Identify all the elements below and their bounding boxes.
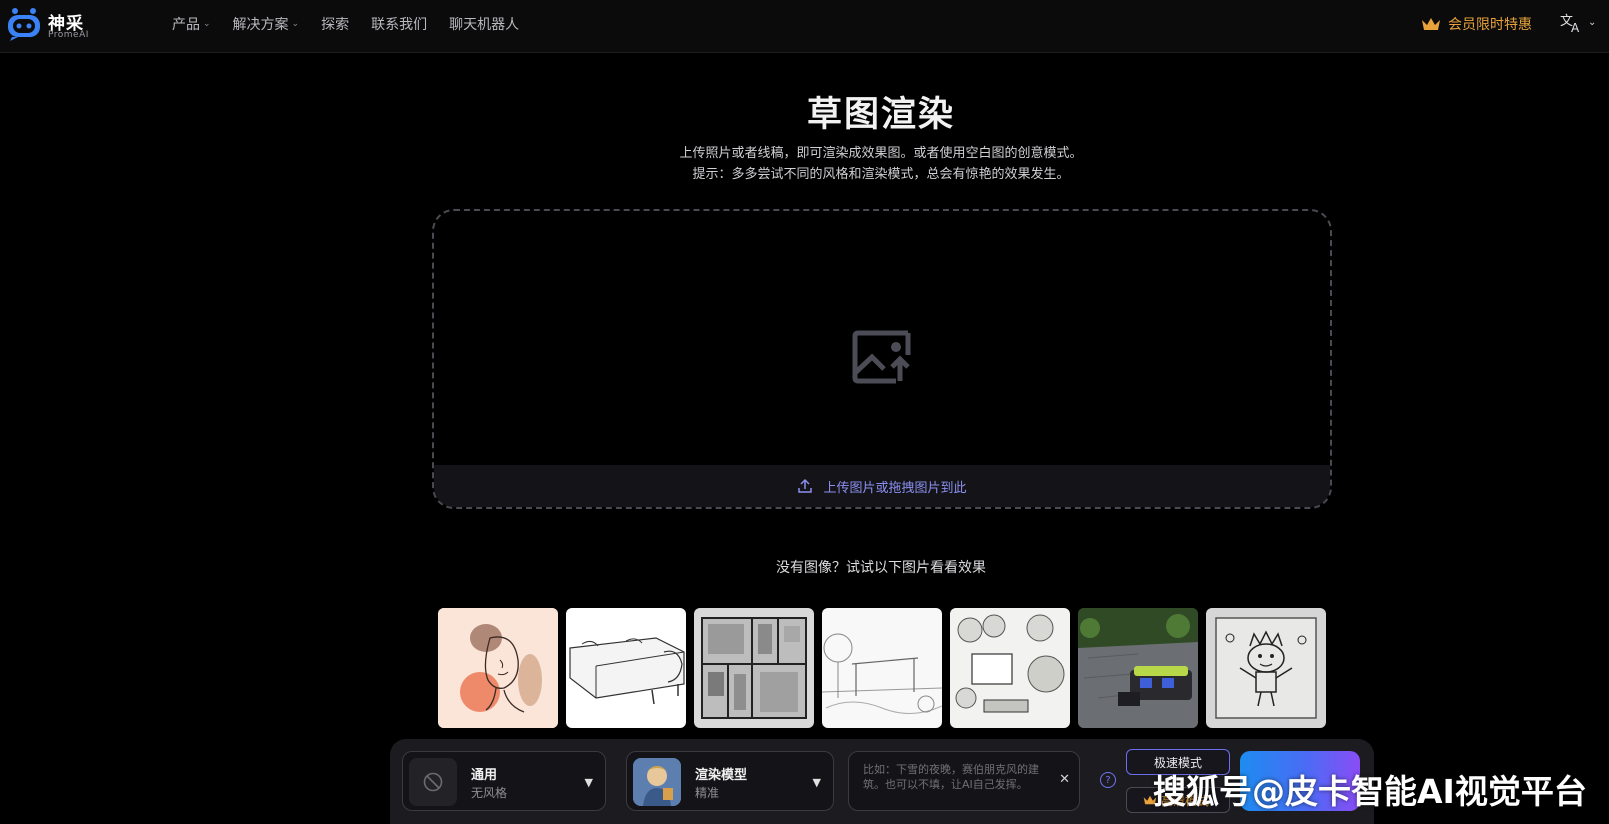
sample-thumb-line-art-woman[interactable]	[438, 608, 558, 728]
nav-item-explore[interactable]: 探索	[312, 14, 358, 34]
upload-dropzone[interactable]: 上传图片或拖拽图片到此	[432, 209, 1332, 509]
page-title: 草图渲染	[806, 95, 955, 135]
caret-down-icon: ▼	[584, 776, 593, 789]
logo[interactable]: 神采 PromeAI	[6, 5, 106, 47]
landscape-plan-image	[950, 608, 1070, 728]
line-art-woman-image	[438, 608, 558, 728]
nav-item-products[interactable]: 产品 ⌄	[163, 14, 220, 34]
garden-sketch-image	[822, 608, 942, 728]
nav-item-contact[interactable]: 联系我们	[362, 14, 436, 34]
caret-down-icon: ▼	[812, 776, 821, 789]
sample-thumb-child-drawing[interactable]	[1206, 608, 1326, 728]
watermark-text: 搜狐号@皮卡智能AI视觉平台	[1153, 772, 1587, 811]
no-style-icon	[423, 772, 443, 792]
sample-thumb-garden-sketch[interactable]	[822, 608, 942, 728]
try-samples-text: 没有图像？试试以下图片看看效果	[776, 560, 986, 576]
top-navigation: 神采 PromeAI 产品 ⌄ 解决方案 ⌄ 探索 联系我们 聊天机器人 会员限…	[0, 0, 1609, 53]
prompt-placeholder: 比如：下雪的夜晚，赛伯朋克风的建筑。也可以不填，让AI自己发挥。	[863, 763, 1039, 791]
translate-icon: 文 A	[1560, 14, 1580, 33]
image-upload-icon	[852, 330, 911, 384]
main-nav: 产品 ⌄ 解决方案 ⌄ 探索 联系我们 聊天机器人	[163, 0, 528, 48]
help-label: ?	[1105, 774, 1111, 786]
model-sub: 精准	[695, 786, 720, 800]
style-label: 通用	[471, 768, 498, 783]
style-selector[interactable]: 通用 无风格 ▼	[402, 751, 606, 811]
nav-item-chatbot[interactable]: 聊天机器人	[440, 14, 528, 34]
sample-images	[438, 608, 1326, 728]
model-thumb	[633, 758, 681, 806]
sample-thumb-landscape-plan[interactable]	[950, 608, 1070, 728]
nav-label: 解决方案	[232, 17, 289, 33]
style-thumb	[409, 758, 457, 806]
patio-photo-image	[1078, 608, 1198, 728]
vip-offer-link[interactable]: 会员限时特惠	[1421, 14, 1532, 34]
crown-icon	[1422, 18, 1440, 30]
logo-subtitle: PromeAI	[48, 30, 89, 40]
upload-icon	[798, 478, 813, 493]
robot-logo-icon	[8, 8, 40, 41]
child-drawing-image	[1206, 608, 1326, 728]
model-selector[interactable]: 渲染模型 精准 ▼	[626, 751, 834, 811]
floor-plan-image	[694, 608, 814, 728]
chevron-down-icon: ⌄	[291, 19, 300, 29]
model-preview-image	[633, 758, 681, 806]
sofa-sketch-image	[566, 608, 686, 728]
nav-label: 聊天机器人	[449, 17, 520, 33]
chevron-down-icon: ⌄	[203, 19, 211, 29]
sample-thumb-floor-plan[interactable]	[694, 608, 814, 728]
prompt-input[interactable]: 比如：下雪的夜晚，赛伯朋克风的建筑。也可以不填，让AI自己发挥。 ✕	[848, 751, 1080, 811]
page-description: 上传照片或者线稿，即可渲染成效果图。或者使用空白图的创意模式。	[679, 146, 1083, 161]
upload-label: 上传图片或拖拽图片到此	[823, 480, 967, 496]
sample-thumb-patio-photo[interactable]	[1078, 608, 1198, 728]
style-sub: 无风格	[471, 786, 508, 800]
nav-label: 产品	[172, 17, 200, 33]
sample-thumb-sofa-sketch[interactable]	[566, 608, 686, 728]
model-label: 渲染模型	[695, 768, 748, 783]
nav-item-solutions[interactable]: 解决方案 ⌄	[224, 14, 309, 34]
page-tip: 提示：多多尝试不同的风格和渲染模式，总会有惊艳的效果发生。	[692, 167, 1070, 182]
nav-label: 联系我们	[371, 17, 428, 33]
upload-button[interactable]: 上传图片或拖拽图片到此	[434, 465, 1330, 507]
language-switcher[interactable]: 文 A ⌄	[1560, 11, 1596, 33]
chevron-down-icon: ⌄	[1588, 16, 1597, 28]
vip-label: 会员限时特惠	[1448, 17, 1532, 33]
clear-icon[interactable]: ✕	[1059, 772, 1070, 787]
nav-label: 探索	[321, 17, 350, 33]
svg-text:A: A	[1571, 21, 1580, 33]
help-icon[interactable]: ?	[1100, 772, 1116, 788]
